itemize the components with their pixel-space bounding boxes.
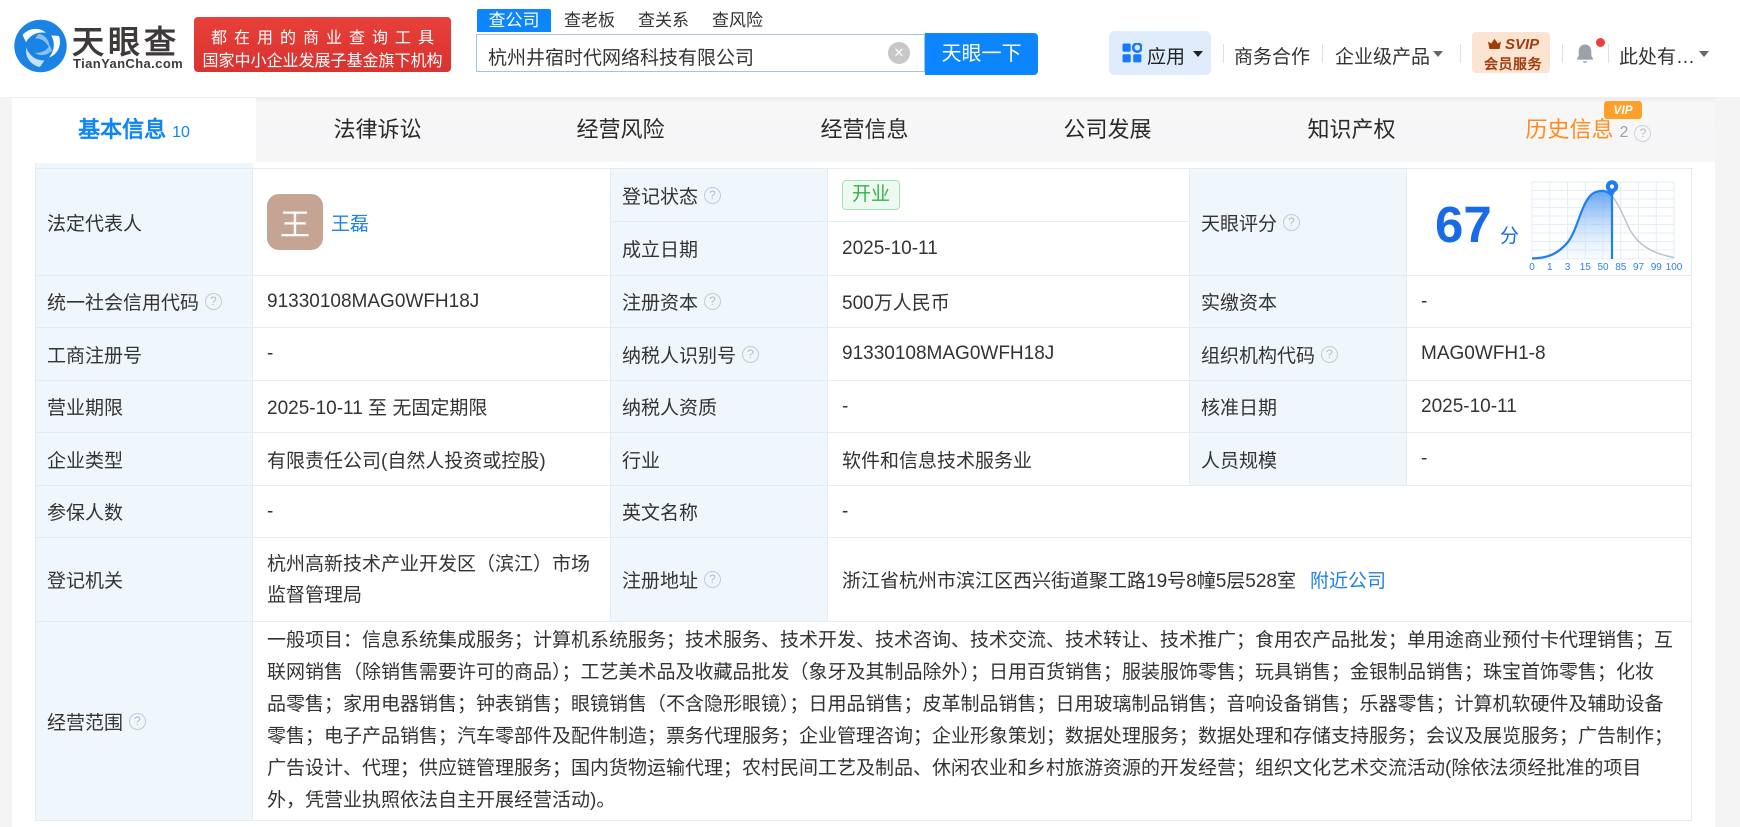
svg-text:15: 15: [1580, 262, 1592, 273]
svg-text:99: 99: [1651, 262, 1663, 273]
svg-text:0: 0: [1529, 262, 1535, 273]
svg-text:3: 3: [1565, 262, 1571, 273]
svg-text:85: 85: [1615, 262, 1627, 273]
svg-text:50: 50: [1597, 262, 1609, 273]
svg-text:97: 97: [1633, 262, 1645, 273]
svg-text:100: 100: [1666, 262, 1683, 273]
svg-text:1: 1: [1547, 262, 1553, 273]
